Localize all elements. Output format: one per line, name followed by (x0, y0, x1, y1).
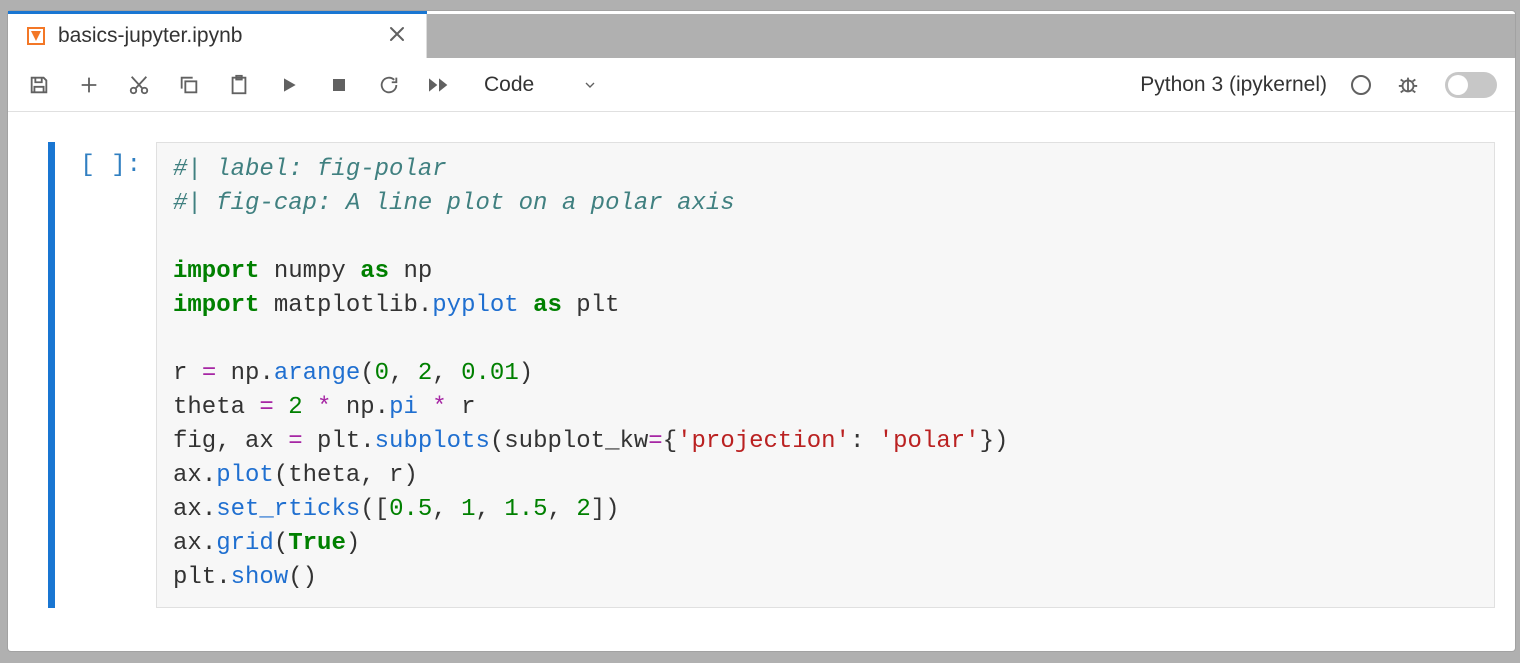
paste-icon[interactable] (226, 72, 252, 98)
bug-icon[interactable] (1395, 72, 1421, 98)
toolbar: Code Python 3 (ipykernel) (8, 58, 1515, 112)
chevron-down-icon (582, 77, 598, 93)
stop-icon[interactable] (326, 72, 352, 98)
notebook-body: [ ]: #| label: fig-polar #| fig-cap: A l… (8, 112, 1515, 651)
copy-icon[interactable] (176, 72, 202, 98)
restart-icon[interactable] (376, 72, 402, 98)
celltype-dropdown[interactable]: Code (476, 73, 606, 97)
kernel-name[interactable]: Python 3 (ipykernel) (1140, 73, 1327, 97)
save-icon[interactable] (26, 72, 52, 98)
jupyter-app: basics-jupyter.ipynb (8, 11, 1515, 651)
add-icon[interactable] (76, 72, 102, 98)
tab-title: basics-jupyter.ipynb (58, 24, 372, 48)
code-editor[interactable]: #| label: fig-polar #| fig-cap: A line p… (156, 142, 1495, 608)
code-cell[interactable]: [ ]: #| label: fig-polar #| fig-cap: A l… (48, 142, 1505, 608)
tab-strip: basics-jupyter.ipynb (8, 14, 1515, 58)
notebook-icon (26, 26, 46, 46)
cell-prompt: [ ]: (48, 142, 156, 608)
celltype-label: Code (484, 73, 534, 97)
tab-notebook[interactable]: basics-jupyter.ipynb (8, 14, 427, 58)
kernel-status-icon[interactable] (1351, 75, 1371, 95)
cell-active-bar (48, 142, 55, 608)
run-icon[interactable] (276, 72, 302, 98)
close-icon[interactable] (384, 21, 410, 52)
debug-toggle[interactable] (1445, 72, 1497, 98)
run-all-icon[interactable] (426, 72, 452, 98)
cut-icon[interactable] (126, 72, 152, 98)
